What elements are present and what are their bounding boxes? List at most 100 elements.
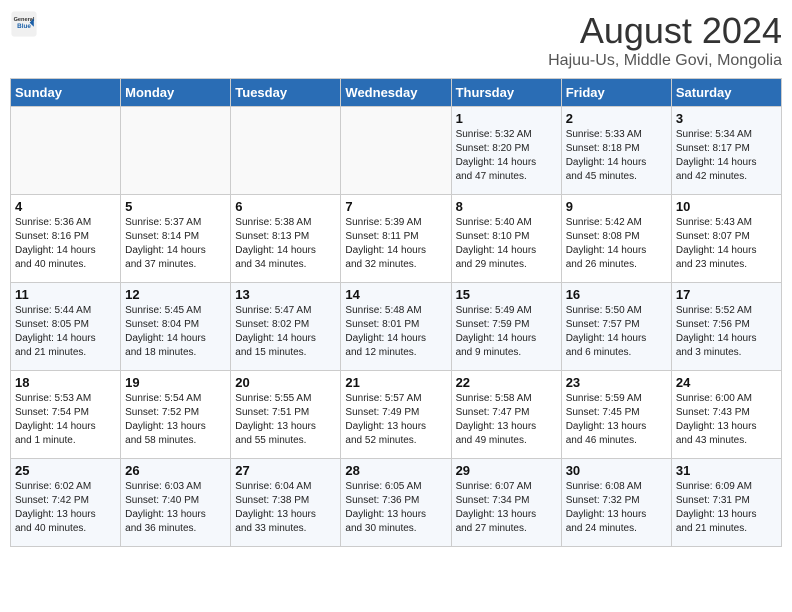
calendar-cell [341, 107, 451, 195]
calendar-cell [121, 107, 231, 195]
svg-text:Blue: Blue [17, 23, 31, 30]
day-number: 24 [676, 375, 777, 390]
day-number: 31 [676, 463, 777, 478]
calendar-cell: 20 Sunrise: 5:55 AM Sunset: 7:51 PM Dayli… [231, 371, 341, 459]
day-info: Sunrise: 5:55 AM Sunset: 7:51 PM Dayligh… [235, 392, 336, 448]
calendar-cell: 5 Sunrise: 5:37 AM Sunset: 8:14 PM Daylig… [121, 195, 231, 283]
logo-icon: General Blue [10, 10, 38, 38]
day-info: Sunrise: 5:33 AM Sunset: 8:18 PM Dayligh… [566, 128, 667, 184]
day-number: 1 [456, 111, 557, 126]
calendar-cell: 3 Sunrise: 5:34 AM Sunset: 8:17 PM Daylig… [671, 107, 781, 195]
day-info: Sunrise: 6:09 AM Sunset: 7:31 PM Dayligh… [676, 480, 777, 536]
calendar-cell: 25Sunrise: 6:02 AM Sunset: 7:42 PM Dayli… [11, 459, 121, 547]
calendar-cell: 2 Sunrise: 5:33 AM Sunset: 8:18 PM Daylig… [561, 107, 671, 195]
day-number: 4 [15, 199, 116, 214]
day-number: 12 [125, 287, 226, 302]
day-info: Sunrise: 5:36 AM Sunset: 8:16 PM Dayligh… [15, 216, 116, 272]
day-info: Sunrise: 6:00 AM Sunset: 7:43 PM Dayligh… [676, 392, 777, 448]
day-header-tuesday: Tuesday [231, 79, 341, 107]
day-number: 5 [125, 199, 226, 214]
calendar-cell: 21 Sunrise: 5:57 AM Sunset: 7:49 PM Dayli… [341, 371, 451, 459]
day-number: 22 [456, 375, 557, 390]
day-header-sunday: Sunday [11, 79, 121, 107]
day-number: 6 [235, 199, 336, 214]
day-header-monday: Monday [121, 79, 231, 107]
day-info: Sunrise: 5:47 AM Sunset: 8:02 PM Dayligh… [235, 304, 336, 360]
day-number: 11 [15, 287, 116, 302]
day-info: Sunrise: 5:58 AM Sunset: 7:47 PM Dayligh… [456, 392, 557, 448]
day-info: Sunrise: 5:42 AM Sunset: 8:08 PM Dayligh… [566, 216, 667, 272]
day-info: Sunrise: 5:59 AM Sunset: 7:45 PM Dayligh… [566, 392, 667, 448]
day-info: Sunrise: 5:44 AM Sunset: 8:05 PM Dayligh… [15, 304, 116, 360]
day-number: 21 [345, 375, 446, 390]
day-info: Sunrise: 5:40 AM Sunset: 8:10 PM Dayligh… [456, 216, 557, 272]
day-number: 2 [566, 111, 667, 126]
calendar-cell: 31 Sunrise: 6:09 AM Sunset: 7:31 PM Dayli… [671, 459, 781, 547]
day-info: Sunrise: 5:34 AM Sunset: 8:17 PM Dayligh… [676, 128, 777, 184]
day-info: Sunrise: 5:54 AM Sunset: 7:52 PM Dayligh… [125, 392, 226, 448]
day-number: 17 [676, 287, 777, 302]
calendar-cell: 16 Sunrise: 5:50 AM Sunset: 7:57 PM Dayli… [561, 283, 671, 371]
day-info: Sunrise: 5:53 AM Sunset: 7:54 PM Dayligh… [15, 392, 116, 448]
calendar-cell: 24 Sunrise: 6:00 AM Sunset: 7:43 PM Dayli… [671, 371, 781, 459]
day-info: Sunrise: 5:38 AM Sunset: 8:13 PM Dayligh… [235, 216, 336, 272]
day-number: 30 [566, 463, 667, 478]
calendar-week-5: 25Sunrise: 6:02 AM Sunset: 7:42 PM Dayli… [11, 459, 782, 547]
day-header-friday: Friday [561, 79, 671, 107]
title-area: August 2024 Hajuu-Us, Middle Govi, Mongo… [548, 10, 782, 70]
calendar-cell: 8Sunrise: 5:40 AM Sunset: 8:10 PM Daylig… [451, 195, 561, 283]
month-title: August 2024 [548, 10, 782, 52]
calendar-cell: 13 Sunrise: 5:47 AM Sunset: 8:02 PM Dayli… [231, 283, 341, 371]
calendar-cell: 30 Sunrise: 6:08 AM Sunset: 7:32 PM Dayli… [561, 459, 671, 547]
day-info: Sunrise: 6:08 AM Sunset: 7:32 PM Dayligh… [566, 480, 667, 536]
day-info: Sunrise: 6:07 AM Sunset: 7:34 PM Dayligh… [456, 480, 557, 536]
day-number: 26 [125, 463, 226, 478]
calendar-cell: 27Sunrise: 6:04 AM Sunset: 7:38 PM Dayli… [231, 459, 341, 547]
calendar-cell: 10 Sunrise: 5:43 AM Sunset: 8:07 PM Dayli… [671, 195, 781, 283]
calendar-cell [231, 107, 341, 195]
day-number: 23 [566, 375, 667, 390]
day-number: 3 [676, 111, 777, 126]
calendar-cell: 11 Sunrise: 5:44 AM Sunset: 8:05 PM Dayli… [11, 283, 121, 371]
day-header-saturday: Saturday [671, 79, 781, 107]
day-info: Sunrise: 5:45 AM Sunset: 8:04 PM Dayligh… [125, 304, 226, 360]
day-info: Sunrise: 5:39 AM Sunset: 8:11 PM Dayligh… [345, 216, 446, 272]
calendar-cell: 23 Sunrise: 5:59 AM Sunset: 7:45 PM Dayli… [561, 371, 671, 459]
calendar-week-1: 1 Sunrise: 5:32 AM Sunset: 8:20 PM Daylig… [11, 107, 782, 195]
day-number: 29 [456, 463, 557, 478]
day-info: Sunrise: 5:32 AM Sunset: 8:20 PM Dayligh… [456, 128, 557, 184]
day-number: 20 [235, 375, 336, 390]
page-header: General Blue August 2024 Hajuu-Us, Middl… [10, 10, 782, 70]
day-info: Sunrise: 6:03 AM Sunset: 7:40 PM Dayligh… [125, 480, 226, 536]
day-number: 18 [15, 375, 116, 390]
day-info: Sunrise: 5:57 AM Sunset: 7:49 PM Dayligh… [345, 392, 446, 448]
day-number: 9 [566, 199, 667, 214]
day-info: Sunrise: 5:43 AM Sunset: 8:07 PM Dayligh… [676, 216, 777, 272]
day-info: Sunrise: 5:37 AM Sunset: 8:14 PM Dayligh… [125, 216, 226, 272]
day-number: 19 [125, 375, 226, 390]
calendar-cell: 14 Sunrise: 5:48 AM Sunset: 8:01 PM Dayli… [341, 283, 451, 371]
calendar-cell: 18 Sunrise: 5:53 AM Sunset: 7:54 PM Dayli… [11, 371, 121, 459]
day-number: 10 [676, 199, 777, 214]
day-number: 28 [345, 463, 446, 478]
calendar-cell: 28 Sunrise: 6:05 AM Sunset: 7:36 PM Dayli… [341, 459, 451, 547]
day-info: Sunrise: 6:05 AM Sunset: 7:36 PM Dayligh… [345, 480, 446, 536]
calendar-cell: 7Sunrise: 5:39 AM Sunset: 8:11 PM Daylig… [341, 195, 451, 283]
calendar-week-3: 11 Sunrise: 5:44 AM Sunset: 8:05 PM Dayli… [11, 283, 782, 371]
calendar-cell: 4 Sunrise: 5:36 AM Sunset: 8:16 PM Daylig… [11, 195, 121, 283]
day-number: 16 [566, 287, 667, 302]
calendar-cell: 15Sunrise: 5:49 AM Sunset: 7:59 PM Dayli… [451, 283, 561, 371]
day-number: 14 [345, 287, 446, 302]
day-info: Sunrise: 5:49 AM Sunset: 7:59 PM Dayligh… [456, 304, 557, 360]
day-number: 13 [235, 287, 336, 302]
day-header-thursday: Thursday [451, 79, 561, 107]
location-subtitle: Hajuu-Us, Middle Govi, Mongolia [548, 52, 782, 70]
day-info: Sunrise: 5:50 AM Sunset: 7:57 PM Dayligh… [566, 304, 667, 360]
day-number: 27 [235, 463, 336, 478]
day-info: Sunrise: 6:02 AM Sunset: 7:42 PM Dayligh… [15, 480, 116, 536]
calendar-cell: 22 Sunrise: 5:58 AM Sunset: 7:47 PM Dayli… [451, 371, 561, 459]
calendar-cell [11, 107, 121, 195]
day-info: Sunrise: 5:48 AM Sunset: 8:01 PM Dayligh… [345, 304, 446, 360]
calendar-cell: 6 Sunrise: 5:38 AM Sunset: 8:13 PM Daylig… [231, 195, 341, 283]
calendar-cell: 17Sunrise: 5:52 AM Sunset: 7:56 PM Dayli… [671, 283, 781, 371]
